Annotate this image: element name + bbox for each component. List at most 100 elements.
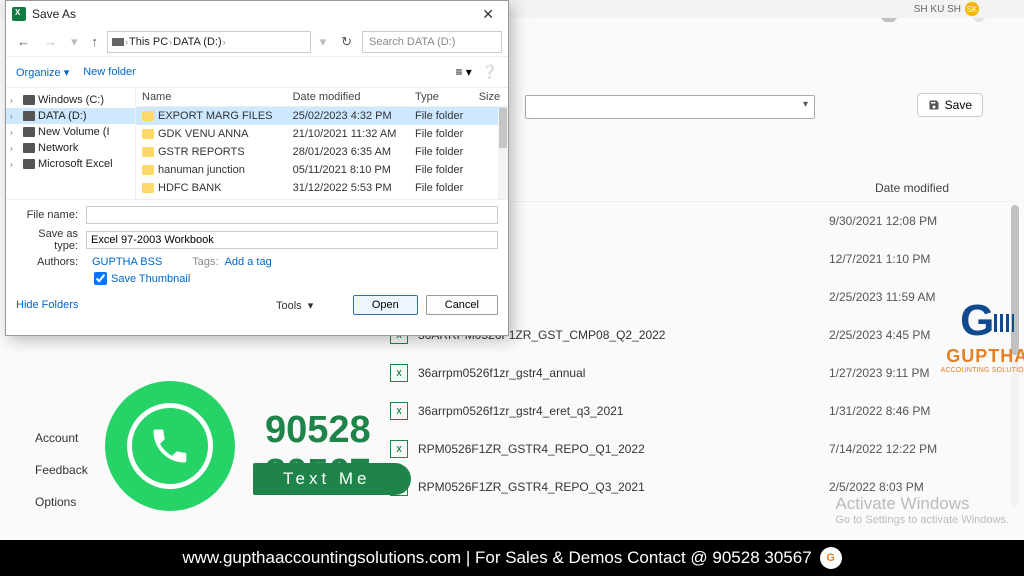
file-row[interactable]: GDK VENU ANNA21/10/2021 11:32 AMFile fol… xyxy=(136,125,508,143)
activate-sub: Go to Settings to activate Windows. xyxy=(835,514,1009,526)
tree-item[interactable]: › New Volume (I xyxy=(6,124,135,140)
dialog-nav: ← → ▾ ↑ › This PC › DATA (D:) › ▾ ↻ Sear… xyxy=(6,27,508,57)
folder-tree[interactable]: ›Windows (C:)›DATA (D:)›New Volume (I›Ne… xyxy=(6,88,136,199)
folder-dropdown[interactable] xyxy=(525,95,815,119)
thumbnail-label: Save Thumbnail xyxy=(111,273,190,285)
recent-dropdown[interactable]: ▾ xyxy=(66,32,83,52)
file-row[interactable]: EXPORT MARG FILES25/02/2023 4:32 PMFile … xyxy=(136,107,508,126)
folder-icon xyxy=(142,183,154,193)
chevron-icon: › xyxy=(10,128,20,137)
file-name-input[interactable] xyxy=(86,206,498,224)
drive-icon xyxy=(23,127,35,137)
scrollbar-thumb[interactable] xyxy=(499,108,507,148)
tree-label: Network xyxy=(38,142,78,154)
bg-file-row[interactable]: X36arrpm0526f1zr_gstr4_eret_q3_20211/31/… xyxy=(380,392,1019,430)
save-thumbnail-checkbox[interactable]: Save Thumbnail xyxy=(94,272,498,285)
file-row[interactable]: hanuman junction05/11/2021 8:10 PMFile f… xyxy=(136,161,508,179)
file-name: RPM0526F1ZR_GSTR4_REPO_Q3_2021 xyxy=(418,480,829,494)
file-list[interactable]: Name Date modified Type Size EXPORT MARG… xyxy=(136,88,508,199)
save-type-label: Save as type: xyxy=(16,228,86,252)
folder-icon xyxy=(142,165,154,175)
list-scrollbar[interactable] xyxy=(498,108,508,199)
logo-bars xyxy=(994,314,1014,332)
file-row[interactable]: HDFC BANK31/12/2022 5:53 PMFile folder xyxy=(136,179,508,197)
open-button[interactable]: Open xyxy=(353,295,418,315)
bg-file-row[interactable]: XRPM0526F1ZR_GSTR4_REPO_Q1_20227/14/2022… xyxy=(380,430,1019,468)
tree-label: New Volume (I xyxy=(38,126,110,138)
drive-icon xyxy=(23,143,35,153)
phone-icon xyxy=(148,424,192,468)
help-icon[interactable]: ❔ xyxy=(482,64,498,80)
footer-bar: www.gupthaaccountingsolutions.com | For … xyxy=(0,540,1024,576)
file-date: 2/5/2022 8:03 PM xyxy=(829,480,1009,494)
back-button[interactable]: ← xyxy=(12,32,35,51)
folder-icon xyxy=(142,111,154,121)
view-options-icon[interactable]: ≡ ▾ xyxy=(455,65,471,79)
save-button[interactable]: Save xyxy=(917,93,983,117)
hide-folders-link[interactable]: Hide Folders xyxy=(16,299,78,311)
user-avatar[interactable]: SK xyxy=(965,2,979,16)
file-date: 1/31/2022 8:46 PM xyxy=(829,404,1009,418)
dialog-title: Save As xyxy=(32,7,76,21)
refresh-icon[interactable]: ↻ xyxy=(335,32,358,52)
breadcrumb[interactable]: › This PC › DATA (D:) › xyxy=(107,31,311,53)
save-icon xyxy=(928,99,940,111)
close-icon[interactable]: ✕ xyxy=(474,4,502,25)
up-button[interactable]: ↑ xyxy=(87,32,104,51)
authors-label: Authors: xyxy=(16,256,86,268)
tree-label: Windows (C:) xyxy=(38,94,104,106)
save-as-dialog: Save As ✕ ← → ▾ ↑ › This PC › DATA (D:) … xyxy=(5,0,509,336)
excel-file-icon: X xyxy=(390,364,408,382)
chevron-icon: › xyxy=(10,96,20,105)
logo-name: GUPTHA xyxy=(941,346,1024,367)
tree-item[interactable]: ›Microsoft Excel xyxy=(6,156,135,172)
whatsapp-overlay: 90528 30567 Text Me xyxy=(105,381,425,526)
col-type[interactable]: Type xyxy=(409,88,473,107)
breadcrumb-seg[interactable]: DATA (D:) xyxy=(173,36,221,48)
drive-icon xyxy=(23,95,35,105)
drive-icon xyxy=(23,159,35,169)
tree-item[interactable]: › Windows (C:) xyxy=(6,92,135,108)
col-name[interactable]: Name xyxy=(136,88,287,107)
whatsapp-circle xyxy=(105,381,235,511)
breadcrumb-dropdown[interactable]: ▾ xyxy=(315,32,332,52)
footer-badge: G xyxy=(820,547,842,569)
dialog-titlebar: Save As ✕ xyxy=(6,1,508,27)
activate-title: Activate Windows xyxy=(835,494,1009,514)
bg-file-row[interactable]: X36arrpm0526f1zr_gstr4_annual1/27/2023 9… xyxy=(380,354,1019,392)
thumbnail-checkbox[interactable] xyxy=(94,272,107,285)
folder-icon xyxy=(142,147,154,157)
file-date: 7/14/2022 12:22 PM xyxy=(829,442,1009,456)
file-date: 9/30/2021 12:08 PM xyxy=(829,214,1009,228)
activate-windows: Activate Windows Go to Settings to activ… xyxy=(835,494,1009,526)
dialog-fields: File name: Save as type: Authors: GUPTHA… xyxy=(6,200,508,289)
cancel-button[interactable]: Cancel xyxy=(426,295,498,315)
footer-text: www.gupthaaccountingsolutions.com | For … xyxy=(182,548,811,568)
chevron-icon: › xyxy=(10,112,20,121)
chevron-icon: › xyxy=(10,144,20,153)
file-name: RPM0526F1ZR_GSTR4_REPO_Q1_2022 xyxy=(418,442,829,456)
tree-item[interactable]: ›DATA (D:) xyxy=(6,108,135,124)
breadcrumb-seg[interactable]: This PC xyxy=(129,36,168,48)
drive-icon xyxy=(112,38,124,46)
tree-item[interactable]: › Network xyxy=(6,140,135,156)
file-name: 36arrpm0526f1zr_gstr4_annual xyxy=(418,366,829,380)
save-type-select[interactable] xyxy=(86,231,498,249)
text-me-badge: Text Me xyxy=(253,463,411,495)
col-date[interactable]: Date modified xyxy=(287,88,409,107)
folder-icon xyxy=(142,129,154,139)
file-date: 12/7/2021 1:10 PM xyxy=(829,252,1009,266)
logo-sub: ACCOUNTING SOLUTIONS xyxy=(941,367,1024,374)
add-tag-link[interactable]: Add a tag xyxy=(225,256,272,268)
dialog-toolbar: Organize ▾ New folder ≡ ▾ ❔ xyxy=(6,57,508,87)
search-input[interactable]: Search DATA (D:) xyxy=(362,31,502,53)
tools-menu[interactable]: Tools ▾ xyxy=(276,299,313,312)
file-name: 36arrpm0526f1zr_gstr4_eret_q3_2021 xyxy=(418,404,829,418)
organize-menu[interactable]: Organize ▾ xyxy=(16,66,69,79)
chevron-icon: › xyxy=(10,160,20,169)
col-size[interactable]: Size xyxy=(473,88,508,107)
authors-value[interactable]: GUPTHA BSS xyxy=(92,256,162,268)
file-row[interactable]: GSTR REPORTS28/01/2023 6:35 AMFile folde… xyxy=(136,143,508,161)
forward-button[interactable]: → xyxy=(39,32,62,51)
new-folder-button[interactable]: New folder xyxy=(83,66,136,78)
